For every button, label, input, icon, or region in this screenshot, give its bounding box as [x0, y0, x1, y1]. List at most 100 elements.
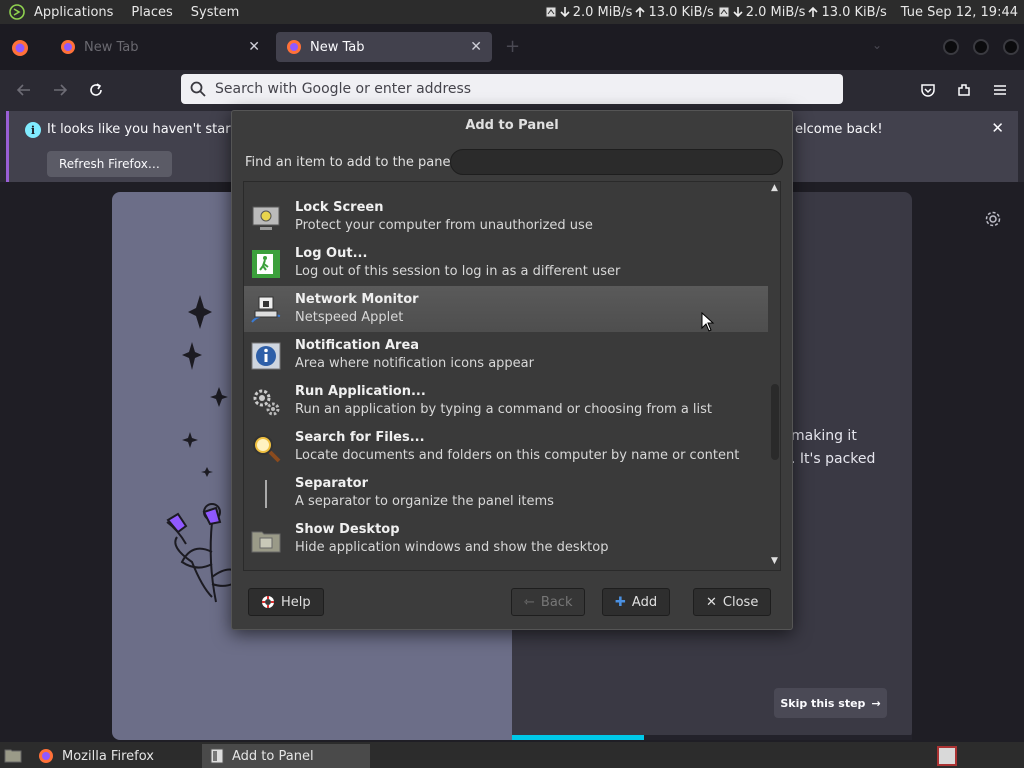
gear-icon[interactable] — [984, 210, 1002, 232]
list-item-selected[interactable]: Network Monitor Netspeed Applet — [244, 286, 768, 332]
network-icon — [545, 6, 557, 18]
task-add-to-panel[interactable]: Add to Panel — [202, 744, 370, 768]
close-button[interactable]: ✕ Close — [693, 588, 772, 616]
onboarding-progress — [512, 735, 912, 740]
netspeed-applet[interactable]: 2.0 MiB/s 13.0 KiB/s — [718, 5, 887, 20]
item-desc: Netspeed Applet — [295, 310, 404, 325]
find-item-input[interactable] — [450, 149, 783, 175]
close-window-icon[interactable] — [1003, 39, 1019, 55]
new-tab-plus-icon[interactable]: + — [505, 36, 520, 57]
firefox-view-icon[interactable] — [10, 38, 30, 58]
list-item[interactable]: Log Out... Log out of this session to lo… — [244, 240, 768, 286]
close-notification-icon[interactable]: ✕ — [991, 119, 1004, 137]
bottom-panel: Mozilla Firefox Add to Panel — [0, 742, 1024, 768]
list-all-tabs-icon[interactable]: ⌄ — [872, 38, 882, 52]
info-icon: i — [25, 122, 41, 138]
separator-icon — [250, 478, 282, 510]
skip-step-label: Skip this step — [780, 696, 866, 710]
scroll-down-arrow-icon[interactable]: ▼ — [771, 556, 778, 566]
show-desktop-icon[interactable] — [4, 747, 22, 763]
top-panel: Applications Places System 2.0 MiB/s 13.… — [0, 0, 1024, 24]
item-desc: A separator to organize the panel items — [295, 494, 554, 509]
firefox-icon — [61, 40, 75, 54]
trash-icon[interactable] — [937, 746, 957, 766]
upload-speed: 13.0 KiB/s — [648, 4, 714, 20]
item-desc: Run an application by typing a command o… — [295, 402, 713, 417]
dialog-title: Add to Panel — [465, 118, 559, 133]
find-label: Find an item to add to the panel: — [245, 155, 459, 170]
pocket-icon[interactable] — [918, 80, 938, 100]
back-arrow-icon[interactable] — [14, 80, 34, 100]
maximize-window-icon[interactable] — [973, 39, 989, 55]
list-item[interactable]: Lock Screen Protect your computer from u… — [244, 194, 768, 240]
minimize-window-icon[interactable] — [943, 39, 959, 55]
panel-item-list[interactable]: Lock Screen Protect your computer from u… — [243, 181, 781, 571]
back-button[interactable]: ⇽ Back — [511, 588, 586, 616]
network-icon — [718, 6, 730, 18]
scroll-up-arrow-icon[interactable]: ▲ — [771, 183, 778, 193]
list-item[interactable]: Separator A separator to organize the pa… — [244, 470, 768, 516]
address-placeholder: Search with Google or enter address — [215, 81, 472, 97]
item-name: Search for Files... — [295, 430, 425, 445]
refresh-firefox-button[interactable]: Refresh Firefox… — [47, 151, 172, 177]
item-desc: Locate documents and folders on this com… — [295, 448, 740, 463]
hamburger-menu-icon[interactable] — [990, 80, 1010, 100]
item-name: Show Desktop — [295, 522, 400, 537]
tab-new-tab-2[interactable]: New Tab ✕ — [276, 32, 492, 62]
list-item[interactable]: Notification Area Area where notificatio… — [244, 332, 768, 378]
tab-new-tab-1[interactable]: New Tab ✕ — [50, 32, 270, 62]
item-desc: Log out of this session to log in as a d… — [295, 264, 621, 279]
address-bar[interactable]: Search with Google or enter address — [181, 74, 843, 104]
skip-step-button[interactable]: Skip this step → — [774, 688, 887, 718]
menu-system[interactable]: System — [191, 5, 239, 20]
back-label: Back — [540, 594, 573, 610]
mate-logo-icon[interactable] — [8, 3, 26, 21]
add-button[interactable]: ✚ Add — [602, 588, 671, 616]
progress-fill — [512, 735, 644, 740]
lock-screen-icon — [250, 202, 282, 234]
upload-speed: 13.0 KiB/s — [821, 4, 887, 20]
plus-icon: ✚ — [615, 594, 626, 610]
task-firefox[interactable]: Mozilla Firefox — [30, 744, 200, 768]
show-desktop-icon — [250, 524, 282, 556]
netspeed-applet[interactable]: 2.0 MiB/s 13.0 KiB/s — [545, 5, 714, 20]
list-item[interactable]: Search for Files... Locate documents and… — [244, 424, 768, 470]
item-name: Notification Area — [295, 338, 420, 353]
firefox-icon — [39, 749, 53, 763]
close-tab-icon[interactable]: ✕ — [248, 39, 260, 55]
tab-title: New Tab — [84, 39, 139, 55]
scrollbar-thumb[interactable] — [771, 384, 779, 460]
network-monitor-icon — [250, 294, 282, 326]
item-desc: Hide application windows and show the de… — [295, 540, 609, 555]
item-name: Separator — [295, 476, 368, 491]
download-arrow-icon — [733, 7, 743, 18]
item-name: Log Out... — [295, 246, 368, 261]
menu-applications[interactable]: Applications — [34, 5, 113, 20]
add-to-panel-dialog: Add to Panel Find an item to add to the … — [231, 110, 793, 630]
reload-icon[interactable] — [86, 80, 106, 100]
clock[interactable]: Tue Sep 12, 19:44 — [901, 5, 1018, 20]
onboarding-text-line-2: . It's packed — [791, 451, 876, 467]
close-label: Close — [722, 594, 759, 610]
item-name: Lock Screen — [295, 200, 384, 215]
extensions-icon[interactable] — [954, 80, 974, 100]
magnifier-icon — [250, 432, 282, 464]
close-tab-icon[interactable]: ✕ — [470, 39, 482, 55]
list-item[interactable]: Show Desktop Hide application windows an… — [244, 516, 768, 562]
menu-places[interactable]: Places — [131, 5, 172, 20]
add-label: Add — [631, 594, 658, 610]
close-icon: ✕ — [706, 594, 717, 610]
list-scrollbar[interactable]: ▲ ▼ — [769, 182, 780, 570]
window-icon — [210, 748, 224, 764]
info-icon — [250, 340, 282, 372]
task-label: Add to Panel — [232, 748, 314, 764]
item-desc: Protect your computer from unauthorized … — [295, 218, 593, 233]
onboarding-text-line-1: making it — [791, 428, 857, 444]
search-icon — [189, 80, 207, 102]
log-out-icon — [250, 248, 282, 280]
help-button[interactable]: Help — [248, 588, 324, 616]
help-label: Help — [281, 594, 311, 610]
notification-message-tail: elcome back! — [795, 122, 883, 137]
forward-arrow-icon[interactable] — [50, 80, 70, 100]
list-item[interactable]: Run Application... Run an application by… — [244, 378, 768, 424]
